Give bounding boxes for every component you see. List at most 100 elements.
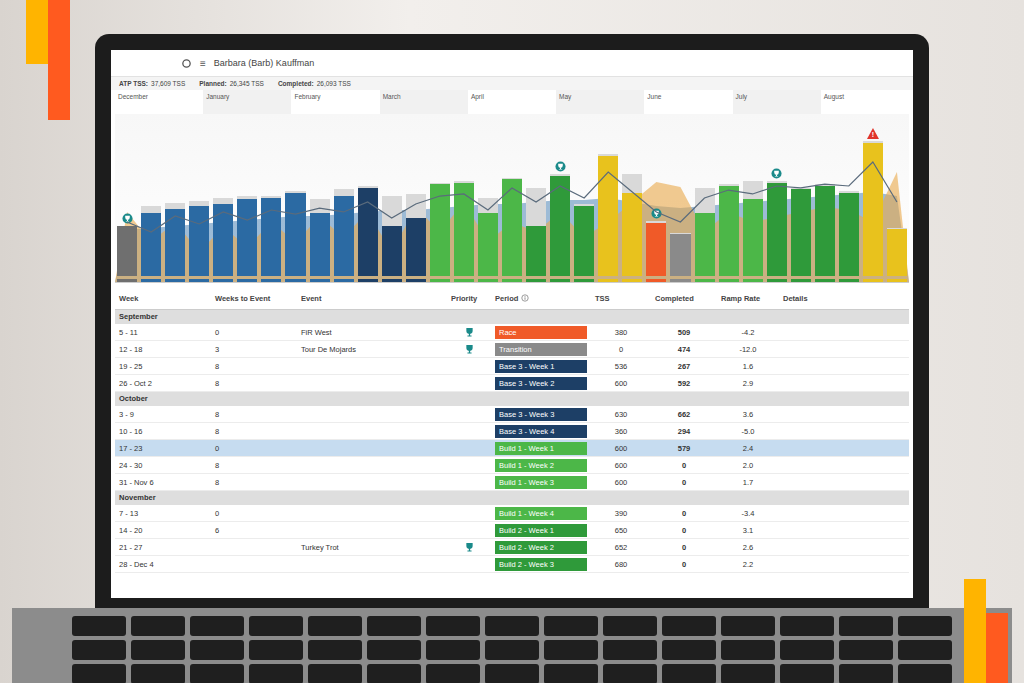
week-bar[interactable]	[887, 228, 907, 282]
key[interactable]	[485, 640, 539, 660]
key[interactable]	[249, 616, 303, 636]
key[interactable]	[72, 616, 126, 636]
key[interactable]	[603, 616, 657, 636]
key[interactable]	[72, 640, 126, 660]
key[interactable]	[367, 640, 421, 660]
key[interactable]	[249, 664, 303, 683]
period-tag[interactable]: Transition	[495, 343, 587, 356]
key[interactable]	[367, 664, 421, 683]
key[interactable]	[131, 640, 185, 660]
key[interactable]	[308, 616, 362, 636]
key[interactable]	[603, 664, 657, 683]
period-tag[interactable]: Build 1 - Week 3	[495, 476, 587, 489]
key[interactable]	[308, 664, 362, 683]
week-bar[interactable]: !	[863, 128, 883, 282]
info-icon[interactable]	[521, 294, 529, 302]
period-tag[interactable]: Build 1 - Week 2	[495, 459, 587, 472]
key[interactable]	[544, 616, 598, 636]
week-bar[interactable]	[719, 184, 739, 282]
week-bar[interactable]	[646, 208, 666, 282]
table-row[interactable]: 17 - 230Build 1 - Week 16005792.4	[115, 440, 909, 457]
key[interactable]	[603, 640, 657, 660]
key[interactable]	[131, 664, 185, 683]
key[interactable]	[131, 616, 185, 636]
week-bar[interactable]	[454, 181, 474, 282]
key[interactable]	[190, 616, 244, 636]
week-bar[interactable]	[526, 188, 546, 282]
period-tag[interactable]: Base 3 - Week 1	[495, 360, 587, 373]
key[interactable]	[190, 640, 244, 660]
table-row[interactable]: 19 - 258Base 3 - Week 15362671.6	[115, 358, 909, 375]
key[interactable]	[544, 664, 598, 683]
period-tag[interactable]: Build 2 - Week 2	[495, 541, 587, 554]
week-bar[interactable]	[767, 168, 787, 282]
week-bar[interactable]	[791, 188, 811, 282]
key[interactable]	[72, 664, 126, 683]
period-tag[interactable]: Build 2 - Week 1	[495, 524, 587, 537]
key[interactable]	[190, 664, 244, 683]
table-row[interactable]: 3 - 98Base 3 - Week 36306623.6	[115, 406, 909, 423]
week-bar[interactable]	[358, 186, 378, 282]
key[interactable]	[898, 640, 952, 660]
key[interactable]	[721, 664, 775, 683]
table-row[interactable]: 21 - 27Turkey TrotBuild 2 - Week 265202.…	[115, 539, 909, 556]
week-bar[interactable]	[213, 198, 233, 282]
week-bar[interactable]	[502, 178, 522, 282]
key[interactable]	[898, 664, 952, 683]
athlete-name[interactable]: Barbara (Barb) Kauffman	[214, 58, 314, 68]
week-bar[interactable]	[598, 154, 618, 282]
week-bar[interactable]	[310, 199, 330, 282]
key[interactable]	[485, 616, 539, 636]
key[interactable]	[780, 616, 834, 636]
key[interactable]	[426, 640, 480, 660]
week-bar[interactable]	[117, 213, 137, 282]
key[interactable]	[780, 664, 834, 683]
table-row[interactable]: 10 - 168Base 3 - Week 4360294-5.0	[115, 423, 909, 440]
week-bar[interactable]	[406, 194, 426, 282]
week-bar[interactable]	[189, 201, 209, 282]
week-bar[interactable]	[237, 196, 257, 282]
period-tag[interactable]: Build 1 - Week 4	[495, 507, 587, 520]
week-bar[interactable]	[478, 198, 498, 282]
week-bar[interactable]	[382, 196, 402, 282]
period-tag[interactable]: Build 2 - Week 3	[495, 558, 587, 571]
week-bar[interactable]	[430, 183, 450, 282]
key[interactable]	[308, 640, 362, 660]
key[interactable]	[662, 616, 716, 636]
key[interactable]	[780, 640, 834, 660]
week-bar[interactable]	[743, 181, 763, 282]
week-bar[interactable]	[550, 161, 570, 282]
week-bar[interactable]	[165, 203, 185, 282]
week-bar[interactable]	[670, 233, 690, 282]
week-bar[interactable]	[285, 191, 305, 282]
key[interactable]	[249, 640, 303, 660]
week-bar[interactable]	[695, 188, 715, 282]
table-row[interactable]: 14 - 206Build 2 - Week 165003.1	[115, 522, 909, 539]
table-row[interactable]: 7 - 130Build 1 - Week 43900-3.4	[115, 505, 909, 522]
period-tag[interactable]: Race	[495, 326, 587, 339]
key[interactable]	[544, 640, 598, 660]
key[interactable]	[426, 664, 480, 683]
period-tag[interactable]: Base 3 - Week 3	[495, 408, 587, 421]
key[interactable]	[898, 616, 952, 636]
key[interactable]	[662, 664, 716, 683]
table-row[interactable]: 12 - 183Tour De MojardsTransition0474-12…	[115, 341, 909, 358]
week-bar[interactable]	[815, 184, 835, 282]
key[interactable]	[426, 616, 480, 636]
table-row[interactable]: 26 - Oct 28Base 3 - Week 26005922.9	[115, 375, 909, 392]
table-row[interactable]: 28 - Dec 4Build 2 - Week 368002.2	[115, 556, 909, 573]
table-row[interactable]: 31 - Nov 68Build 1 - Week 360001.7	[115, 474, 909, 491]
key[interactable]	[839, 640, 893, 660]
period-tag[interactable]: Base 3 - Week 2	[495, 377, 587, 390]
key[interactable]	[839, 664, 893, 683]
key[interactable]	[721, 616, 775, 636]
week-bar[interactable]	[574, 204, 594, 282]
week-bar[interactable]	[261, 196, 281, 282]
week-bar[interactable]	[622, 174, 642, 282]
key[interactable]	[485, 664, 539, 683]
settings-icon[interactable]	[181, 58, 192, 69]
week-bar[interactable]	[839, 191, 859, 282]
table-row[interactable]: 24 - 308Build 1 - Week 260002.0	[115, 457, 909, 474]
week-bar[interactable]	[334, 189, 354, 282]
period-tag[interactable]: Base 3 - Week 4	[495, 425, 587, 438]
